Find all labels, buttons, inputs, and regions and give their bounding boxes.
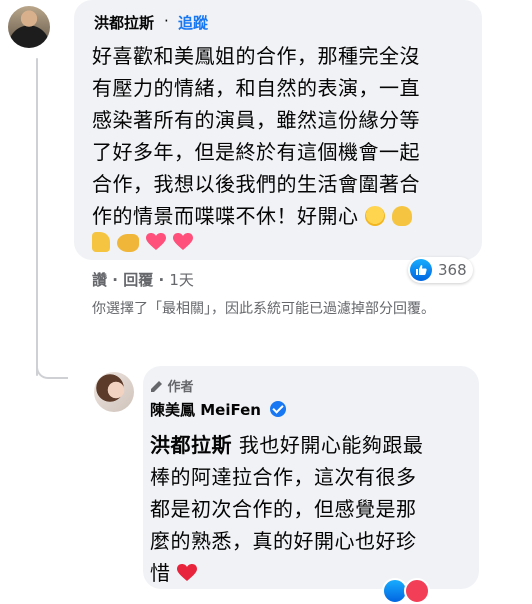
filter-notice: 你選擇了「最相關」，因此系統可能已過濾掉部分回覆。 — [92, 301, 435, 317]
reply-text-line: 洪都拉斯 我也好開心能夠跟最 — [150, 429, 423, 458]
comment-text-line: 了好多年，但是終於有這個機會一起 — [92, 140, 420, 164]
comment-text-line: 好喜歡和美鳳姐的合作，那種完全沒 — [92, 44, 420, 68]
actions-separator: · — [158, 271, 165, 289]
reply-text-line: 棒的阿達拉合作，這次有很多 — [150, 465, 417, 489]
love-icon — [404, 578, 430, 604]
comment-text-line: 有壓力的情緒，和自然的表演，一直 — [92, 76, 420, 100]
sparkling-heart-icon — [172, 233, 193, 250]
reply-avatar[interactable] — [94, 372, 134, 412]
reply-text-line: 麼的熟悉，真的好開心也好珍 — [150, 529, 417, 553]
grinning-face-icon — [365, 206, 386, 226]
name-separator: · — [164, 12, 169, 30]
reply-link[interactable]: 回覆 — [123, 271, 153, 289]
thread-line — [36, 58, 38, 376]
follow-button[interactable]: 追蹤 — [178, 12, 208, 33]
ok-hand-icon — [392, 206, 413, 226]
comment-text-line-last: 作的情景而喋喋不休！好開心 — [92, 200, 413, 229]
reply-connector — [36, 361, 68, 379]
avatar[interactable] — [8, 6, 50, 48]
reply-text: 惜 — [150, 561, 171, 585]
thumbs-up-icon — [92, 232, 110, 252]
verified-badge-icon — [270, 401, 287, 417]
like-link[interactable]: 讚 — [92, 271, 107, 289]
author-tag: 作者 — [150, 376, 194, 395]
comment-timestamp[interactable]: 1天 — [169, 271, 194, 289]
like-icon — [410, 259, 432, 281]
pencil-icon — [151, 381, 162, 392]
reply-author-name[interactable]: 陳美鳳 MeiFen — [150, 401, 261, 419]
reaction-summary[interactable]: 368 — [408, 257, 473, 283]
comment-text-line: 合作，我想以後我們的生活會圍著合 — [92, 172, 420, 196]
red-heart-icon — [177, 564, 198, 581]
flexed-biceps-icon — [116, 234, 139, 252]
comment-author-name[interactable]: 洪都拉斯 — [94, 12, 154, 33]
author-tag-label: 作者 — [167, 380, 194, 395]
reaction-count: 368 — [438, 261, 467, 279]
reply-text-line-last: 惜 — [150, 557, 198, 586]
reply-reaction-summary[interactable] — [382, 578, 430, 604]
reply-author-row: 陳美鳳 MeiFen — [150, 399, 287, 420]
comment-actions: 讚 · 回覆 · 1天 — [92, 269, 194, 290]
sparkling-heart-icon — [145, 233, 166, 250]
actions-separator: · — [112, 271, 118, 289]
emoji-line — [92, 230, 193, 254]
reply-text: 我也好開心能夠跟最 — [232, 433, 424, 457]
mention-link[interactable]: 洪都拉斯 — [150, 433, 232, 457]
comment-text-line: 感染著所有的演員，雖然這份緣分等 — [92, 108, 420, 132]
reply-text-line: 都是初次合作的，但感覺是那 — [150, 497, 417, 521]
comment-text: 作的情景而喋喋不休！好開心 — [92, 204, 359, 228]
